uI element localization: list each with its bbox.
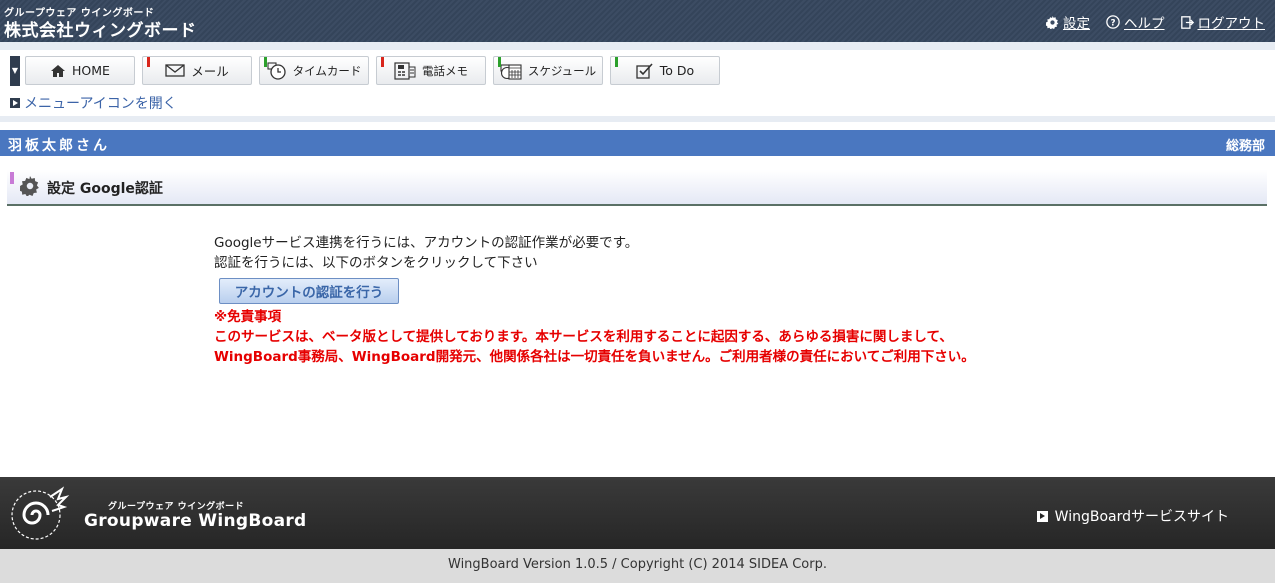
- disclaimer-text-2: WingBoard事務局、WingBoard開発元、他関係各社は一切責任を負いま…: [214, 349, 975, 365]
- disclaimer-text-1: このサービスは、ベータ版として提供しております。本サービスを利用することに起因す…: [214, 329, 953, 345]
- nav-home-button[interactable]: HOME: [25, 56, 135, 85]
- nav-collapse-toggle[interactable]: ▼: [10, 56, 20, 86]
- nav-todo-label: To Do: [659, 63, 695, 78]
- user-name: 羽板太郎さん: [8, 138, 110, 154]
- settings-link-label: 設定: [1063, 16, 1090, 32]
- nav-mail-button[interactable]: メール: [142, 56, 252, 85]
- nav-divider-bottom: [0, 116, 1275, 122]
- instruction-text-1: Googleサービス連携を行うには、アカウントの認証作業が必要です。: [214, 235, 639, 251]
- service-site-label: WingBoardサービスサイト: [1054, 509, 1229, 525]
- nav-schedule-flag: [498, 57, 501, 67]
- app-header: グループウェア ウイングボード 株式会社ウィングボード 設定 ? ヘルプ ログア…: [0, 0, 1275, 42]
- wingboard-logo: [6, 483, 70, 547]
- nav-schedule-label: スケジュール: [527, 63, 597, 78]
- main-content: Googleサービス連携を行うには、アカウントの認証作業が必要です。 認証を行う…: [214, 233, 975, 367]
- nav-mail-label: メール: [191, 64, 229, 79]
- nav-mail-flag: [147, 57, 150, 67]
- user-department: 総務部: [1225, 139, 1265, 154]
- section-marker: [10, 172, 14, 184]
- home-icon: [50, 64, 66, 78]
- nav-timecard-flag: [264, 57, 267, 67]
- arrow-right-icon: [1036, 510, 1048, 522]
- help-icon: ?: [1106, 15, 1120, 29]
- open-menu-label: メニューアイコンを開く: [24, 96, 177, 112]
- logout-link-label: ログアウト: [1197, 16, 1266, 32]
- nav-phone-memo-button[interactable]: 電話メモ: [376, 56, 486, 85]
- calendar-icon: [500, 62, 522, 80]
- nav-todo-flag: [615, 57, 618, 67]
- mail-icon: [165, 64, 185, 77]
- nav-divider: [0, 42, 1275, 50]
- checkbox-icon: [636, 62, 654, 79]
- disclaimer: ※免責事項 このサービスは、ベータ版として提供しております。本サービスを利用する…: [214, 307, 975, 367]
- open-menu-icons-link[interactable]: メニューアイコンを開く: [10, 93, 177, 113]
- gear-icon: [1046, 15, 1059, 29]
- nav-todo-button[interactable]: To Do: [610, 56, 720, 85]
- copyright: WingBoard Version 1.0.5 / Copyright (C) …: [0, 549, 1275, 583]
- nav-phone-memo-flag: [381, 57, 384, 67]
- clock-icon: [267, 61, 287, 80]
- settings-link[interactable]: 設定: [1046, 12, 1090, 32]
- logout-link[interactable]: ログアウト: [1180, 12, 1266, 32]
- help-link[interactable]: ? ヘルプ: [1106, 12, 1165, 32]
- service-site-link[interactable]: WingBoardサービスサイト: [1036, 506, 1229, 526]
- gear-icon: [18, 176, 40, 200]
- page-title: 設定 Google認証: [47, 181, 163, 197]
- section-header: 設定 Google認証: [7, 170, 1267, 206]
- nav-home-label: HOME: [72, 63, 110, 78]
- user-bar: 羽板太郎さん 総務部: [0, 130, 1275, 156]
- instruction-text-2: 認証を行うには、以下のボタンをクリックして下さい: [214, 255, 538, 271]
- help-link-label: ヘルプ: [1124, 16, 1165, 32]
- arrow-right-icon: [10, 98, 20, 108]
- footer: グループウェア ウイングボード Groupware WingBoard Wing…: [0, 477, 1275, 549]
- phone-memo-icon: [394, 61, 416, 80]
- logout-icon: [1180, 15, 1194, 29]
- nav-timecard-label: タイムカード: [292, 63, 362, 78]
- brand-title[interactable]: 株式会社ウィングボード: [4, 16, 197, 41]
- nav-timecard-button[interactable]: タイムカード: [259, 56, 369, 85]
- nav-schedule-button[interactable]: スケジュール: [493, 56, 603, 85]
- footer-brand-title: Groupware WingBoard: [84, 511, 307, 531]
- main-navigation: ▼ HOME メール タイムカード 電話メモ スケジュール To Do メニュー…: [0, 42, 1275, 122]
- svg-text:?: ?: [1110, 19, 1115, 29]
- disclaimer-title: ※免責事項: [214, 309, 282, 325]
- nav-phone-memo-label: 電話メモ: [422, 63, 468, 78]
- header-links: 設定 ? ヘルプ ログアウト: [1046, 12, 1265, 32]
- authenticate-account-button[interactable]: アカウントの認証を行う: [219, 278, 399, 304]
